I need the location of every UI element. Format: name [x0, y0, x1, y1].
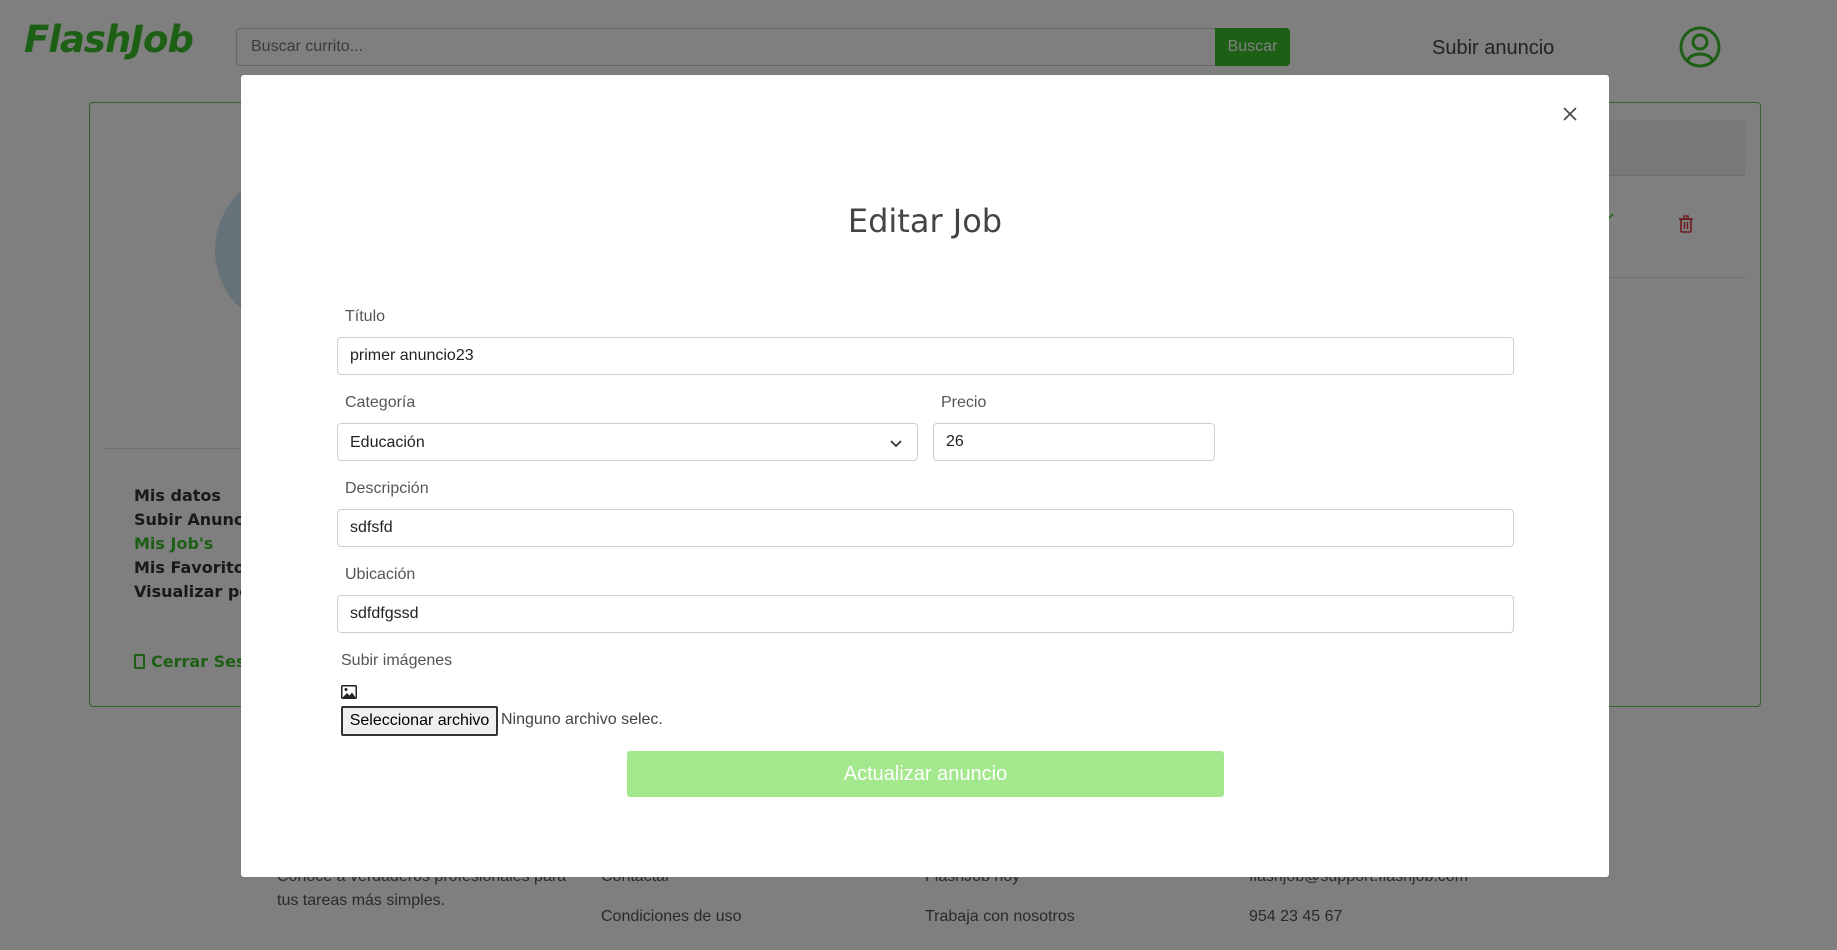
titulo-label: Título [345, 308, 386, 325]
precio-input[interactable] [933, 423, 1215, 461]
ubicacion-label: Ubicación [345, 566, 416, 583]
select-file-button[interactable]: Seleccionar archivo [341, 706, 498, 736]
ubicacion-input[interactable] [337, 595, 1514, 633]
titulo-input[interactable] [337, 337, 1514, 375]
close-icon[interactable] [1559, 103, 1581, 125]
categoria-label: Categoría [345, 394, 416, 411]
edit-job-modal: Editar Job Título Categoría Educación Pr… [241, 75, 1609, 877]
descripcion-input[interactable] [337, 509, 1514, 547]
categoria-select[interactable]: Educación [337, 423, 918, 461]
file-status-text: Ninguno archivo selec. [501, 711, 663, 728]
modal-title: Editar Job [847, 202, 1003, 240]
chevron-down-icon [890, 440, 902, 448]
image-icon [341, 685, 357, 699]
images-label: Subir imágenes [341, 652, 453, 669]
descripcion-label: Descripción [345, 480, 429, 497]
categoria-selected-value: Educación [350, 434, 425, 451]
precio-label: Precio [941, 394, 987, 411]
update-ad-button[interactable]: Actualizar anuncio [627, 751, 1224, 797]
